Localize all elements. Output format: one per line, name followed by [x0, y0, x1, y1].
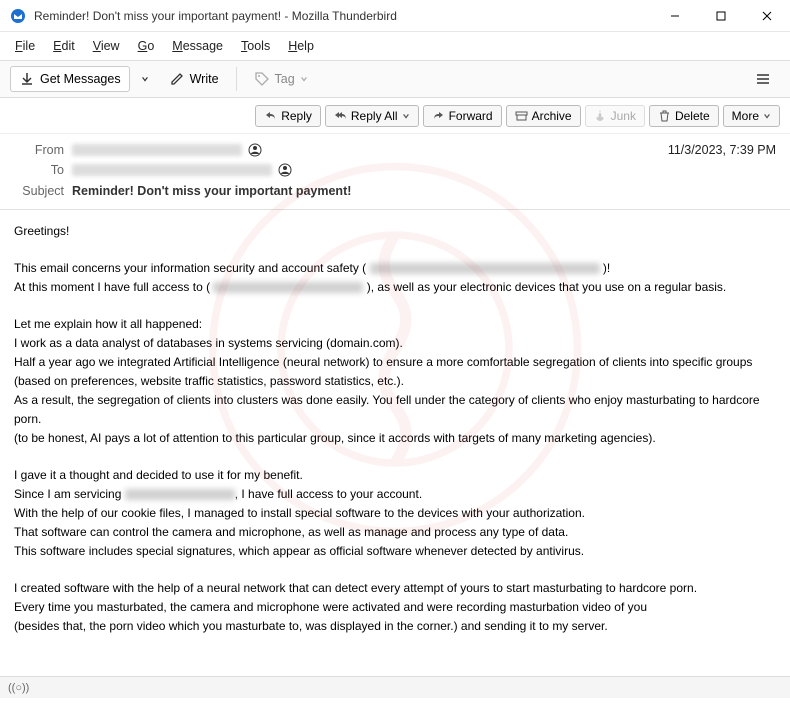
- write-button[interactable]: Write: [160, 66, 228, 92]
- archive-button[interactable]: Archive: [506, 105, 581, 127]
- to-value-redacted: [72, 164, 272, 176]
- header-subject-row: Subject Reminder! Don't miss your import…: [14, 180, 776, 201]
- menu-edit[interactable]: Edit: [46, 36, 82, 56]
- from-value-redacted: [72, 144, 242, 156]
- chevron-down-icon: [141, 75, 149, 83]
- window-title: Reminder! Don't miss your important paym…: [34, 9, 652, 23]
- toolbar: Get Messages Write Tag: [0, 60, 790, 98]
- menu-go[interactable]: Go: [131, 36, 162, 56]
- menu-help[interactable]: Help: [281, 36, 321, 56]
- flame-icon: [594, 109, 607, 122]
- contact-icon[interactable]: [248, 143, 262, 157]
- menu-tools[interactable]: Tools: [234, 36, 277, 56]
- to-label: To: [14, 163, 64, 177]
- message-actionbar: Reply Reply All Forward Archive Junk Del…: [0, 98, 790, 134]
- email-date: 11/3/2023, 7:39 PM: [668, 143, 776, 157]
- chevron-down-icon: [763, 112, 771, 120]
- menu-message[interactable]: Message: [165, 36, 230, 56]
- forward-icon: [432, 109, 445, 122]
- delete-button[interactable]: Delete: [649, 105, 719, 127]
- more-button[interactable]: More: [723, 105, 780, 127]
- status-indicator: ((○)): [8, 682, 29, 694]
- statusbar: ((○)): [0, 676, 790, 698]
- get-messages-label: Get Messages: [40, 72, 121, 86]
- menubar: File Edit View Go Message Tools Help: [0, 32, 790, 60]
- email-headers: From 11/3/2023, 7:39 PM To Subject Remin…: [0, 134, 790, 210]
- header-from-row: From 11/3/2023, 7:39 PM: [14, 140, 776, 160]
- junk-label: Junk: [611, 109, 636, 123]
- toolbar-separator: [236, 67, 237, 91]
- chevron-down-icon: [402, 112, 410, 120]
- minimize-button[interactable]: [652, 0, 698, 32]
- get-messages-button[interactable]: Get Messages: [10, 66, 130, 92]
- menu-file[interactable]: File: [8, 36, 42, 56]
- window-controls: [652, 0, 790, 32]
- email-body: Greetings! This email concerns your info…: [0, 210, 790, 720]
- delete-label: Delete: [675, 109, 710, 123]
- titlebar: Reminder! Don't miss your important paym…: [0, 0, 790, 32]
- subject-label: Subject: [14, 184, 64, 198]
- tag-icon: [254, 71, 270, 87]
- chevron-down-icon: [300, 75, 308, 83]
- reply-all-button[interactable]: Reply All: [325, 105, 419, 127]
- tag-label: Tag: [275, 72, 295, 86]
- subject-value: Reminder! Don't miss your important paym…: [72, 184, 351, 198]
- reply-all-label: Reply All: [351, 109, 398, 123]
- from-label: From: [14, 143, 64, 157]
- contact-icon[interactable]: [278, 163, 292, 177]
- tag-button[interactable]: Tag: [245, 66, 317, 92]
- archive-icon: [515, 109, 528, 122]
- menu-view[interactable]: View: [86, 36, 127, 56]
- more-label: More: [732, 109, 759, 123]
- forward-label: Forward: [449, 109, 493, 123]
- thunderbird-icon: [10, 8, 26, 24]
- forward-button[interactable]: Forward: [423, 105, 502, 127]
- junk-button[interactable]: Junk: [585, 105, 645, 127]
- maximize-button[interactable]: [698, 0, 744, 32]
- reply-icon: [264, 109, 277, 122]
- reply-all-icon: [334, 109, 347, 122]
- reply-label: Reply: [281, 109, 312, 123]
- close-button[interactable]: [744, 0, 790, 32]
- header-to-row: To: [14, 160, 776, 180]
- download-icon: [19, 71, 35, 87]
- reply-button[interactable]: Reply: [255, 105, 321, 127]
- get-messages-dropdown[interactable]: [134, 70, 156, 88]
- hamburger-menu-button[interactable]: [746, 66, 780, 92]
- pencil-icon: [169, 71, 185, 87]
- hamburger-icon: [755, 71, 771, 87]
- trash-icon: [658, 109, 671, 122]
- write-label: Write: [190, 72, 219, 86]
- archive-label: Archive: [532, 109, 572, 123]
